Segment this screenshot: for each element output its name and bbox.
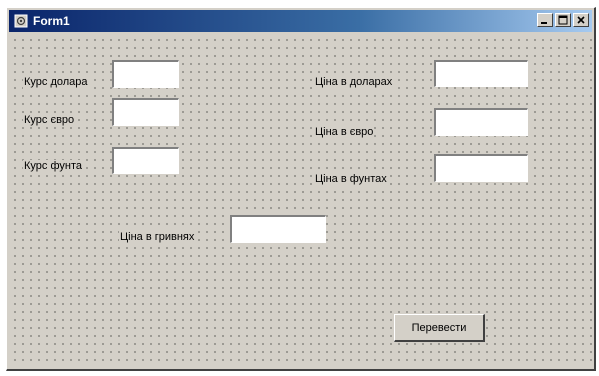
- price-usd-label: Ціна в доларах: [314, 76, 394, 89]
- usd-rate-label: Курс долара: [23, 76, 89, 89]
- window-title: Form1: [33, 14, 70, 28]
- price-gbp-label: Ціна в фунтах: [314, 173, 388, 186]
- form-client-area: Курс долара Курс євро Курс фунта Ціна в …: [9, 34, 592, 367]
- gbp-rate-label: Курс фунта: [23, 160, 83, 173]
- minimize-button[interactable]: [537, 13, 553, 27]
- form-window: Form1 Курс долара Курс євро Курс фунта Ц…: [6, 7, 596, 371]
- eur-rate-input[interactable]: [112, 98, 179, 126]
- price-eur-input[interactable]: [434, 108, 528, 136]
- minimize-icon: [541, 22, 547, 24]
- maximize-icon: [558, 15, 568, 25]
- gbp-rate-input[interactable]: [112, 147, 179, 174]
- title-bar[interactable]: Form1: [9, 10, 592, 32]
- price-eur-label: Ціна в євро: [314, 126, 375, 139]
- price-usd-input[interactable]: [434, 60, 528, 87]
- price-gbp-input[interactable]: [434, 154, 528, 182]
- close-icon: [577, 16, 585, 24]
- usd-rate-input[interactable]: [112, 60, 179, 88]
- window-controls: [537, 13, 589, 27]
- close-button[interactable]: [573, 13, 589, 27]
- price-uah-input[interactable]: [230, 215, 326, 243]
- convert-button[interactable]: Перевести: [394, 314, 485, 342]
- price-uah-label: Ціна в гривнях: [119, 231, 196, 244]
- app-icon[interactable]: [14, 14, 28, 28]
- maximize-button[interactable]: [555, 13, 571, 27]
- eur-rate-label: Курс євро: [23, 114, 76, 127]
